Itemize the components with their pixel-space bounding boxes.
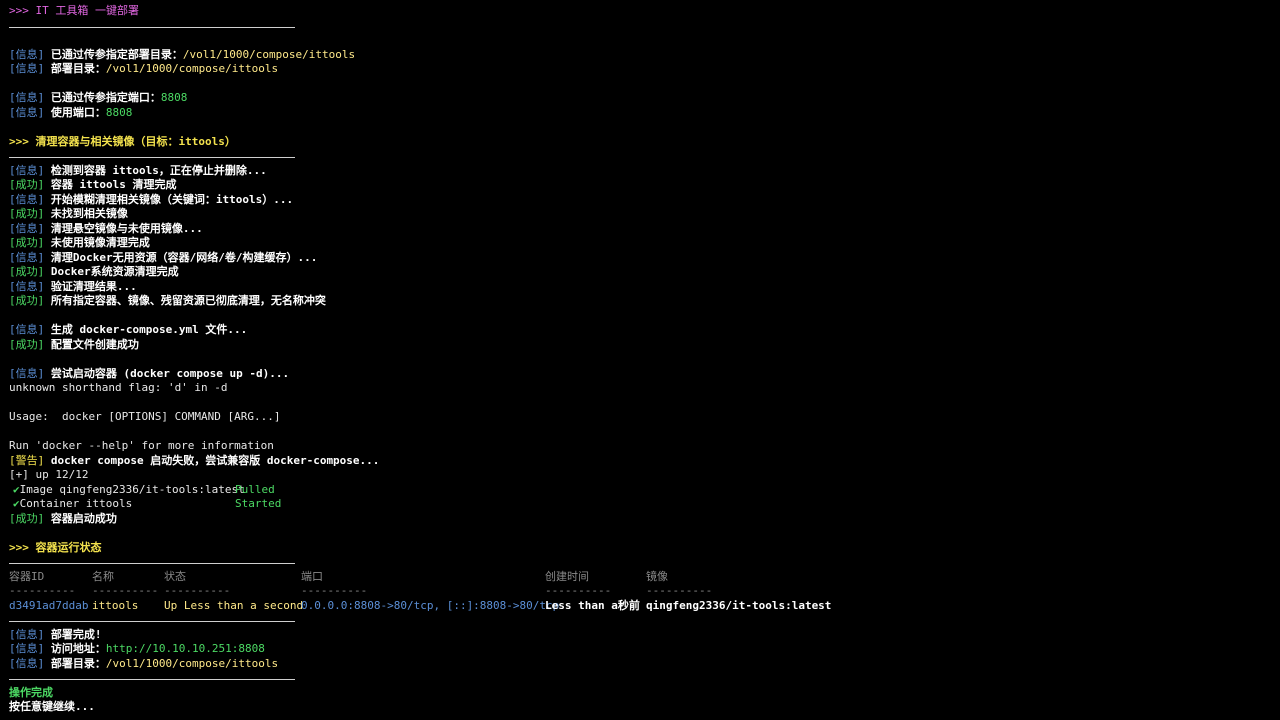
info-tag: [信息] xyxy=(9,323,45,336)
warn-tag: [警告] xyxy=(9,453,45,467)
header-title: IT 工具箱 一键部署 xyxy=(35,4,140,17)
divider xyxy=(9,149,1280,164)
ok-tag: [成功] xyxy=(9,236,45,249)
divider xyxy=(9,613,1280,628)
compose-item-container: ✔Container ittools Started xyxy=(13,497,282,510)
ok-tag: [成功] xyxy=(9,178,45,191)
container-created: Less than a秒前 xyxy=(545,598,640,612)
ok-tag: [成功] xyxy=(9,265,45,278)
log-line: [警告] docker compose 启动失败，尝试兼容版 docker-co… xyxy=(9,453,380,467)
status-table-dashes: ---------- ---------- ---------- -------… xyxy=(9,584,713,597)
header-line: >>> IT 工具箱 一键部署 xyxy=(9,4,1280,19)
log-line: [信息] 使用端口：8808 xyxy=(9,105,133,119)
log-line: [信息] 开始模糊清理相关镜像（关键词：ittools）... xyxy=(9,192,294,206)
check-icon: ✔ xyxy=(13,497,20,510)
info-tag: [信息] xyxy=(9,279,45,293)
cleanup-log: [信息] 检测到容器 ittools，正在停止并删除... [成功] 容器 itt… xyxy=(9,164,1280,309)
operation-complete: 操作完成 xyxy=(9,685,53,699)
divider xyxy=(9,555,1280,570)
container-state: Up Less than a second xyxy=(164,598,304,612)
container-ports: 0.0.0.0:8808->80/tcp, [::]:8808->80/tcp xyxy=(301,598,560,612)
log-line: [信息] 部署目录：/vol1/1000/compose/ittools xyxy=(9,656,279,670)
log-line: [成功] Docker系统资源清理完成 xyxy=(9,265,179,278)
info-tag: [信息] xyxy=(9,192,45,206)
ok-tag: [成功] xyxy=(9,511,45,525)
log-line: [信息] 部署完成! xyxy=(9,627,102,641)
header-prompt: >>> xyxy=(9,4,36,17)
check-icon: ✔ xyxy=(13,482,20,496)
info-tag: [信息] xyxy=(9,163,45,177)
section-title-cleanup: >>> 清理容器与相关镜像（目标：ittools） xyxy=(9,134,236,148)
compose-item-image: ✔Image qingfeng2336/it-tools:latest Pulle… xyxy=(13,482,275,496)
log-line: [信息] 尝试启动容器 (docker compose up -d)... xyxy=(9,366,290,380)
container-id: d3491ad7ddab xyxy=(9,598,89,612)
log-line: [成功] 配置文件创建成功 xyxy=(9,337,139,351)
info-tag: [信息] xyxy=(9,250,45,264)
log-line: [信息] 清理Docker无用资源（容器/网络/卷/构建缓存）... xyxy=(9,250,318,264)
log-line: [成功] 容器 ittools 清理完成 xyxy=(9,178,177,191)
divider xyxy=(9,19,1280,34)
log-line: [成功] 未使用镜像清理完成 xyxy=(9,236,150,249)
info-tag: [信息] xyxy=(9,105,45,119)
log-line: [信息] 检测到容器 ittools，正在停止并删除... xyxy=(9,163,267,177)
up-line: [+] up 12/12 xyxy=(9,468,89,481)
container-image: qingfeng2336/it-tools:latest xyxy=(646,598,832,612)
log-line: [成功] 未找到相关镜像 xyxy=(9,207,128,220)
press-any-key-prompt: 按任意键继续... xyxy=(9,700,95,713)
log-line: [成功] 所有指定容器、镜像、残留资源已彻底清理，无名称冲突 xyxy=(9,294,326,307)
info-tag: [信息] xyxy=(9,91,45,104)
info-tag: [信息] xyxy=(9,221,45,235)
status-table-header: 容器ID 名称 状态 端口 创建时间 镜像 xyxy=(9,569,668,583)
ok-tag: [成功] xyxy=(9,207,45,220)
section-title-status: >>> 容器运行状态 xyxy=(9,540,102,554)
table-row: d3491ad7ddab ittools Up Less than a seco… xyxy=(9,599,1280,614)
log-line: [信息] 生成 docker-compose.yml 文件... xyxy=(9,323,248,336)
log-line: [信息] 清理悬空镜像与未使用镜像... xyxy=(9,221,203,235)
log-line: [信息] 已通过传参指定端口：8808 xyxy=(9,91,188,104)
help-line: Run 'docker --help' for more information xyxy=(9,439,274,452)
divider xyxy=(9,671,1280,686)
ok-tag: [成功] xyxy=(9,294,45,307)
log-line: [信息] 已通过传参指定部署目录：/vol1/1000/compose/itto… xyxy=(9,47,356,61)
log-line: [信息] 访问地址：http://10.10.10.251:8808 xyxy=(9,642,265,655)
error-line: unknown shorthand flag: 'd' in -d xyxy=(9,381,228,394)
log-line: [成功] 容器启动成功 xyxy=(9,511,117,525)
container-name: ittools xyxy=(92,598,139,612)
access-url-link[interactable]: http://10.10.10.251:8808 xyxy=(106,642,265,655)
log-line: [信息] 验证清理结果... xyxy=(9,279,137,293)
terminal-window[interactable]: >>> IT 工具箱 一键部署 [信息] 已通过传参指定部署目录：/vol1/1… xyxy=(0,0,1280,720)
info-tag: [信息] xyxy=(9,366,45,380)
usage-line: Usage: docker [OPTIONS] COMMAND [ARG...] xyxy=(9,410,281,423)
info-tag: [信息] xyxy=(9,62,45,75)
log-line: [信息] 部署目录：/vol1/1000/compose/ittools xyxy=(9,62,279,75)
info-tag: [信息] xyxy=(9,47,45,61)
ok-tag: [成功] xyxy=(9,337,45,351)
